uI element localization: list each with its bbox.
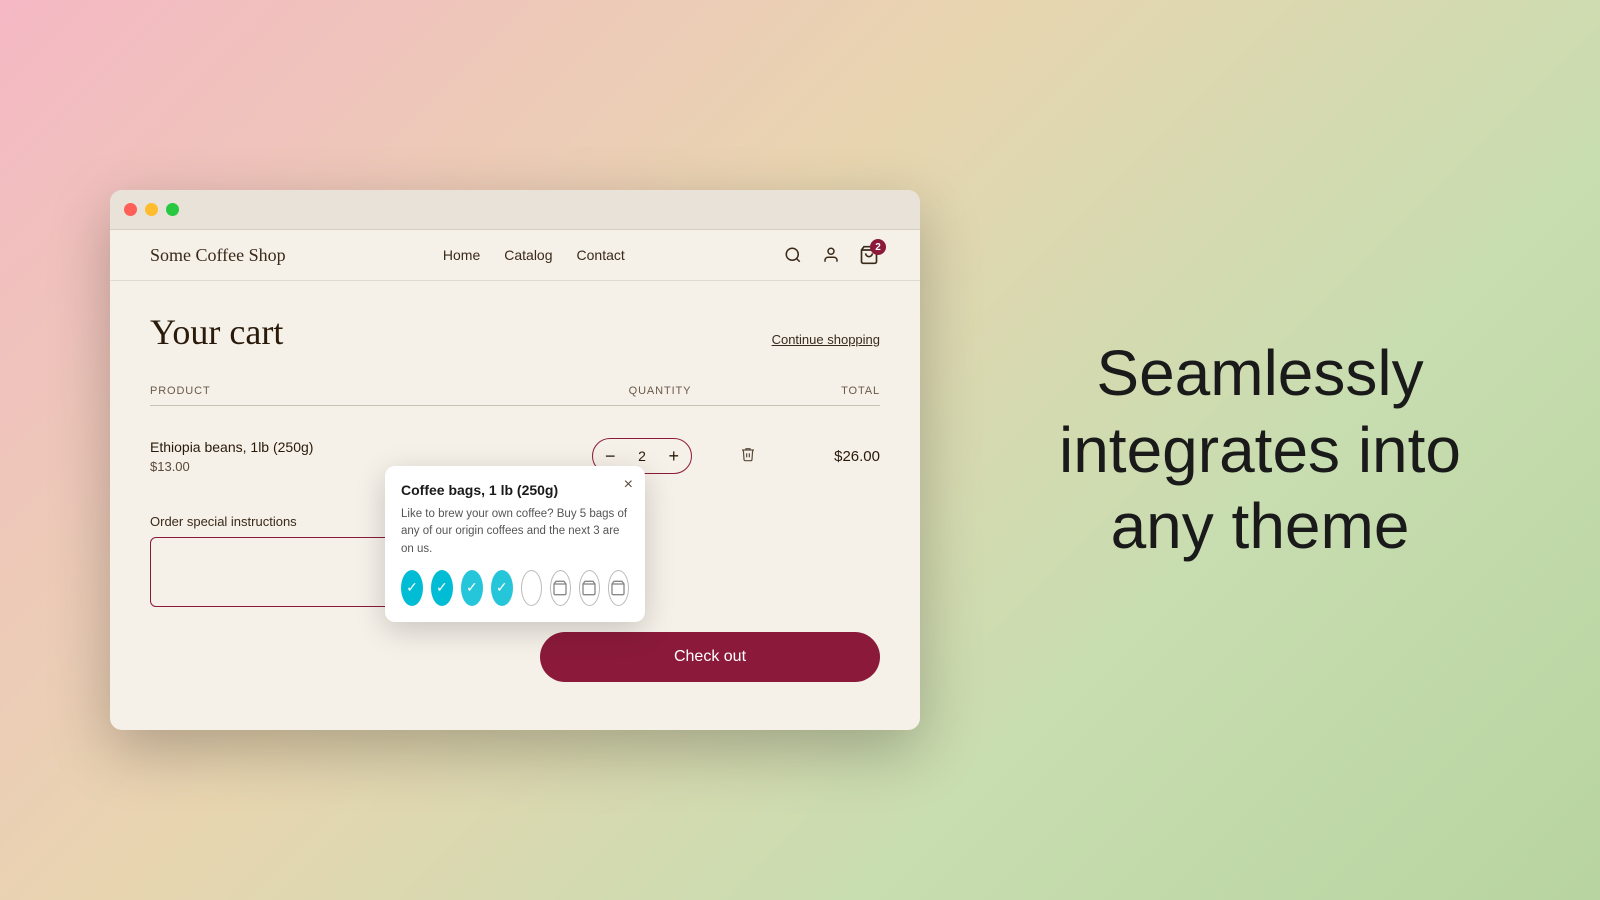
search-icon[interactable]: [782, 244, 804, 266]
cart-header-row: Your cart Continue shopping: [150, 311, 880, 353]
promo-line-2: integrates into: [1059, 412, 1461, 489]
cart-title: Your cart: [150, 311, 283, 353]
checkout-section: Check out: [150, 632, 880, 682]
maximize-button[interactable]: [166, 203, 179, 216]
upsell-popup: × Coffee bags, 1 lb (250g) Like to brew …: [385, 466, 645, 622]
store-logo: Some Coffee Shop: [150, 245, 286, 266]
upsell-icon-3[interactable]: ✓: [491, 570, 513, 606]
nav-home[interactable]: Home: [443, 247, 480, 263]
table-header: PRODUCT QUANTITY TOTAL: [150, 377, 880, 406]
delete-item-button[interactable]: [736, 442, 760, 471]
upsell-icon-1[interactable]: ✓: [431, 570, 453, 606]
browser-window: Some Coffee Shop Home Catalog Contact: [110, 190, 920, 730]
upsell-bag-icon-1[interactable]: [579, 570, 600, 606]
browser-titlebar: [110, 190, 920, 230]
store-header: Some Coffee Shop Home Catalog Contact: [110, 230, 920, 281]
header-icons: 2: [782, 244, 880, 266]
col-product-header: PRODUCT: [150, 385, 560, 397]
promo-line-3: any theme: [1059, 488, 1461, 565]
instructions-textarea[interactable]: [150, 537, 410, 607]
cart-icon[interactable]: 2: [858, 244, 880, 266]
right-panel: Seamlessly integrates into any theme: [920, 295, 1600, 605]
continue-shopping-link[interactable]: Continue shopping: [772, 332, 880, 347]
upsell-icon-2[interactable]: ✓: [461, 570, 483, 606]
quantity-value: 2: [628, 448, 657, 464]
nav-catalog[interactable]: Catalog: [504, 247, 552, 263]
nav-contact[interactable]: Contact: [577, 247, 625, 263]
col-total-header: TOTAL: [760, 385, 880, 397]
checkout-button[interactable]: Check out: [540, 632, 880, 682]
table-row: Ethiopia beans, 1lb (250g) $13.00 − 2 + …: [150, 422, 880, 490]
item-total: $26.00: [760, 448, 880, 465]
upsell-icon-0[interactable]: ✓: [401, 570, 423, 606]
upsell-icons: ✓ ✓ ✓ ✓: [401, 570, 629, 606]
account-icon[interactable]: [820, 244, 842, 266]
col-qty-header: QUANTITY: [560, 385, 760, 397]
upsell-bag-icon-0[interactable]: [550, 570, 571, 606]
promo-text: Seamlessly integrates into any theme: [1059, 335, 1461, 565]
store-nav: Home Catalog Contact: [443, 247, 625, 263]
upsell-icon-4[interactable]: [521, 570, 542, 606]
promo-line-1: Seamlessly: [1059, 335, 1461, 412]
cart-content: Your cart Continue shopping PRODUCT QUAN…: [110, 281, 920, 712]
upsell-description: Like to brew your own coffee? Buy 5 bags…: [401, 506, 629, 558]
product-name: Ethiopia beans, 1lb (250g): [150, 439, 560, 455]
close-button[interactable]: [124, 203, 137, 216]
quantity-increase-button[interactable]: +: [656, 439, 691, 473]
minimize-button[interactable]: [145, 203, 158, 216]
cart-badge: 2: [870, 239, 886, 255]
upsell-bag-icon-2[interactable]: [608, 570, 629, 606]
upsell-close-button[interactable]: ×: [624, 476, 633, 494]
upsell-title: Coffee bags, 1 lb (250g): [401, 482, 629, 498]
